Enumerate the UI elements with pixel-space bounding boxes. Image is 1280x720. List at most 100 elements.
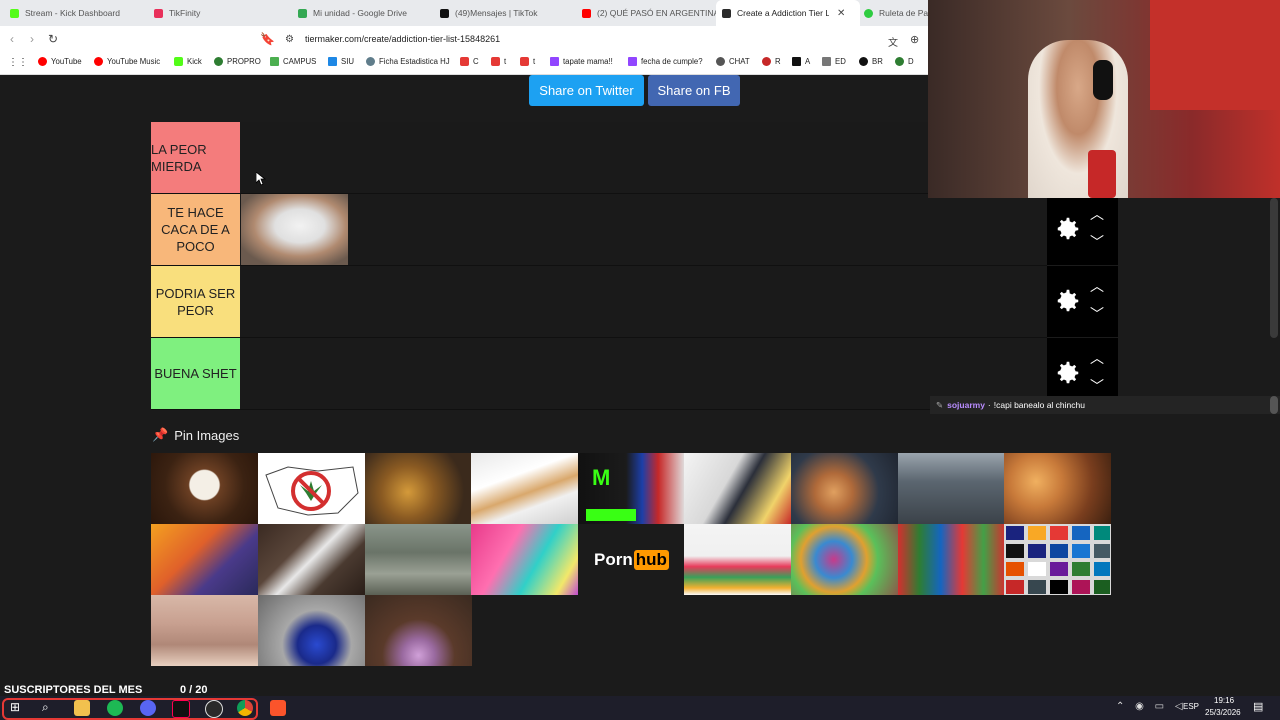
search-icon[interactable]: ⌕ bbox=[42, 700, 58, 716]
gear-icon[interactable] bbox=[1052, 214, 1082, 244]
chevron-down-icon[interactable]: ﹀ bbox=[1090, 232, 1104, 252]
tier-row[interactable]: LA PEOR MIERDA bbox=[151, 122, 928, 194]
mouse-cursor-icon bbox=[256, 172, 266, 186]
chevron-down-icon[interactable]: ﹀ bbox=[1090, 304, 1104, 324]
tier-controls: ︿ ﹀ bbox=[1047, 194, 1118, 265]
reload-icon[interactable]: ↻ bbox=[48, 32, 58, 46]
tab-label: Create a Addiction Tier Lis bbox=[737, 8, 829, 18]
back-icon[interactable]: ‹ bbox=[10, 32, 14, 46]
scrollbar-track[interactable] bbox=[1270, 198, 1278, 338]
tab-ruleta[interactable]: Ruleta de Pal bbox=[860, 0, 932, 26]
tier-row[interactable]: PODRIA SER PEOR bbox=[151, 266, 1047, 338]
gear-icon[interactable] bbox=[1052, 358, 1082, 388]
apps-icon[interactable]: ⋮⋮ bbox=[8, 57, 28, 68]
folder-icon bbox=[822, 57, 831, 66]
site-info-icon[interactable]: ⚙ bbox=[285, 34, 294, 45]
url-input[interactable]: tiermaker.com/create/addiction-tier-list… bbox=[305, 34, 500, 44]
zoom-icon[interactable]: ⊕ bbox=[910, 33, 919, 46]
pin-image-nitrous-balloon[interactable] bbox=[258, 595, 365, 666]
pin-image-energy-drinks[interactable]: M bbox=[578, 453, 685, 524]
file-explorer-icon[interactable] bbox=[74, 700, 90, 716]
bookmark-label: fecha de cumple? bbox=[641, 57, 703, 66]
pin-image-pornhub[interactable]: Porn hub bbox=[578, 524, 685, 595]
forward-icon[interactable]: › bbox=[30, 32, 34, 46]
close-tab-icon[interactable]: ✕ bbox=[837, 8, 845, 19]
chevron-up-icon[interactable]: ︿ bbox=[1090, 348, 1104, 368]
tab-google-drive[interactable]: Mi unidad - Google Drive bbox=[294, 0, 436, 26]
bookmark-r[interactable]: R bbox=[762, 57, 781, 66]
pin-image-social-apps-pills[interactable] bbox=[791, 524, 898, 595]
tab-tiermaker[interactable]: Create a Addiction Tier Lis ✕ bbox=[716, 0, 860, 26]
tab-tikfinity[interactable]: TikFinity bbox=[150, 0, 292, 26]
clock-date[interactable]: 25/3/2026 bbox=[1205, 708, 1241, 717]
pin-image-vapes[interactable] bbox=[471, 524, 578, 595]
pin-image-gamer[interactable] bbox=[151, 524, 258, 595]
pin-image-coffee[interactable] bbox=[151, 453, 258, 524]
gear-icon[interactable] bbox=[1052, 286, 1082, 316]
pin-image-whiskey[interactable] bbox=[365, 453, 472, 524]
tray-icons[interactable]: ⌃ ◉ ▭ ◁ bbox=[1116, 701, 1187, 712]
tier-row[interactable]: TE HACE CACA DE A POCO bbox=[151, 194, 1047, 266]
obs-icon[interactable] bbox=[205, 700, 223, 718]
bookmark-ed[interactable]: ED bbox=[822, 57, 846, 66]
share-twitter-button[interactable]: Share on Twitter bbox=[529, 75, 644, 106]
bookmark-a[interactable]: A bbox=[792, 57, 810, 66]
bookmark-icon[interactable]: 🔖 bbox=[260, 32, 275, 46]
chrome-icon[interactable] bbox=[237, 700, 253, 716]
chevron-down-icon[interactable]: ﹀ bbox=[1090, 376, 1104, 396]
pin-image-shopping-bags[interactable] bbox=[684, 524, 791, 595]
tier-row[interactable]: BUENA SHET bbox=[151, 338, 1047, 410]
bookmark-siu[interactable]: SIU bbox=[328, 57, 354, 66]
pin-image-casino-man[interactable] bbox=[684, 453, 791, 524]
tier-label[interactable]: BUENA SHET bbox=[151, 338, 240, 409]
pin-image-gym-weights[interactable] bbox=[898, 453, 1005, 524]
bookmark-t1[interactable]: t bbox=[491, 57, 506, 66]
bookmark-youtube[interactable]: YouTube bbox=[38, 57, 82, 66]
tier-label[interactable]: PODRIA SER PEOR bbox=[151, 266, 240, 337]
bookmark-kick[interactable]: Kick bbox=[174, 57, 202, 66]
chevron-up-icon[interactable]: ︿ bbox=[1090, 204, 1104, 224]
bookmark-label: CAMPUS bbox=[283, 57, 317, 66]
bookmark-t2[interactable]: t bbox=[520, 57, 535, 66]
bookmark-label: Kick bbox=[187, 57, 202, 66]
pin-image-donuts[interactable] bbox=[1004, 453, 1111, 524]
discord-icon[interactable] bbox=[140, 700, 156, 716]
bookmark-propro[interactable]: PROPRO bbox=[214, 57, 261, 66]
pin-image-lean-bottle[interactable] bbox=[365, 595, 472, 666]
pin-image-sodas[interactable] bbox=[898, 524, 1005, 595]
pin-image-streaming-apps[interactable] bbox=[1004, 524, 1111, 595]
windows-start-icon[interactable]: ⊞ bbox=[10, 700, 26, 716]
tab-kick-dashboard[interactable]: Stream - Kick Dashboard bbox=[6, 0, 148, 26]
tier-label[interactable]: LA PEOR MIERDA bbox=[151, 122, 240, 193]
pin-image-cigarettes[interactable] bbox=[471, 453, 578, 524]
notifications-icon[interactable]: ▤ bbox=[1253, 700, 1263, 713]
tier-item-pills-hand[interactable] bbox=[241, 194, 348, 265]
clock-time[interactable]: 19:16 bbox=[1214, 696, 1234, 705]
pin-image-cocaine-spoon[interactable] bbox=[258, 524, 365, 595]
pin-image-no-marijuana[interactable] bbox=[258, 453, 365, 524]
tab-youtube-video[interactable]: (2) QUÉ PASÓ EN ARGENTINA bbox=[578, 0, 716, 26]
chevron-up-icon[interactable]: ︿ bbox=[1090, 276, 1104, 296]
tier-label[interactable]: TE HACE CACA DE A POCO bbox=[151, 194, 240, 265]
spotify-icon[interactable] bbox=[107, 700, 123, 716]
pin-image-pills-hand[interactable] bbox=[791, 453, 898, 524]
bookmark-d[interactable]: D bbox=[895, 57, 914, 66]
pin-image-hoarder-room[interactable] bbox=[365, 524, 472, 595]
tiktok-icon[interactable] bbox=[172, 700, 190, 718]
scrollbar-thumb[interactable] bbox=[1270, 396, 1278, 414]
share-fb-button[interactable]: Share on FB bbox=[648, 75, 740, 106]
tab-tiktok[interactable]: (49)Mensajes | TikTok bbox=[436, 0, 578, 26]
bookmark-youtube-music[interactable]: YouTube Music bbox=[94, 57, 160, 66]
bookmark-tapate[interactable]: tapate mama!! bbox=[550, 57, 613, 66]
language-indicator[interactable]: ESP bbox=[1183, 702, 1199, 711]
bookmark-c[interactable]: C bbox=[460, 57, 479, 66]
pornhub-logo-b: hub bbox=[633, 549, 669, 570]
brave-icon[interactable] bbox=[270, 700, 286, 716]
bookmark-campus[interactable]: CAMPUS bbox=[270, 57, 316, 66]
bookmark-chat[interactable]: CHAT bbox=[716, 57, 750, 66]
bookmark-ficha[interactable]: Ficha Estadistica HJ bbox=[366, 57, 450, 66]
translate-icon[interactable]: 文 bbox=[888, 34, 898, 49]
bookmark-br[interactable]: BR bbox=[859, 57, 883, 66]
pin-image-stomach[interactable] bbox=[151, 595, 258, 666]
bookmark-fecha[interactable]: fecha de cumple? bbox=[628, 57, 703, 66]
